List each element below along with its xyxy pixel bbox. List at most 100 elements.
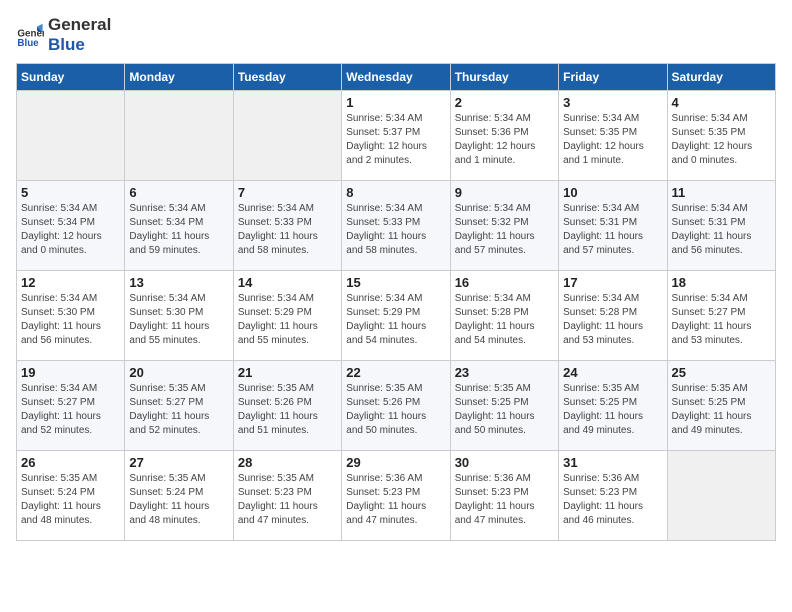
day-number: 17 bbox=[563, 275, 662, 290]
logo-blue-text: Blue bbox=[48, 35, 85, 54]
day-number: 4 bbox=[672, 95, 771, 110]
day-number: 12 bbox=[21, 275, 120, 290]
calendar-cell: 15 Sunrise: 5:34 AM Sunset: 5:29 PM Dayli… bbox=[342, 270, 450, 360]
calendar-cell: 8Sunrise: 5:34 AM Sunset: 5:33 PM Daylig… bbox=[342, 180, 450, 270]
calendar-cell bbox=[17, 90, 125, 180]
calendar-cell: 11Sunrise: 5:34 AM Sunset: 5:31 PM Dayli… bbox=[667, 180, 775, 270]
day-info: Sunrise: 5:34 AM Sunset: 5:27 PM Dayligh… bbox=[672, 292, 771, 348]
day-info: Sunrise: 5:34 AM Sunset: 5:35 PM Dayligh… bbox=[672, 112, 771, 168]
day-info: Sunrise: 5:34 AM Sunset: 5:37 PM Dayligh… bbox=[346, 112, 445, 168]
day-number: 18 bbox=[672, 275, 771, 290]
col-thursday: Thursday bbox=[450, 63, 558, 90]
day-info: Sunrise: 5:35 AM Sunset: 5:26 PM Dayligh… bbox=[238, 382, 337, 438]
day-number: 31 bbox=[563, 455, 662, 470]
day-number: 21 bbox=[238, 365, 337, 380]
calendar-cell bbox=[667, 450, 775, 540]
calendar-cell: 5Sunrise: 5:34 AM Sunset: 5:34 PM Daylig… bbox=[17, 180, 125, 270]
day-info: Sunrise: 5:35 AM Sunset: 5:26 PM Dayligh… bbox=[346, 382, 445, 438]
day-info: Sunrise: 5:34 AM Sunset: 5:30 PM Dayligh… bbox=[129, 292, 228, 348]
day-info: Sunrise: 5:36 AM Sunset: 5:23 PM Dayligh… bbox=[346, 472, 445, 528]
calendar-cell: 4 Sunrise: 5:34 AM Sunset: 5:35 PM Daylig… bbox=[667, 90, 775, 180]
day-info: Sunrise: 5:36 AM Sunset: 5:23 PM Dayligh… bbox=[563, 472, 662, 528]
calendar-cell: 23Sunrise: 5:35 AM Sunset: 5:25 PM Dayli… bbox=[450, 360, 558, 450]
calendar-week-row: 19 Sunrise: 5:34 AM Sunset: 5:27 PM Dayli… bbox=[17, 360, 776, 450]
day-info: Sunrise: 5:35 AM Sunset: 5:25 PM Dayligh… bbox=[455, 382, 554, 438]
day-number: 8 bbox=[346, 185, 445, 200]
day-number: 29 bbox=[346, 455, 445, 470]
day-number: 11 bbox=[672, 185, 771, 200]
day-number: 27 bbox=[129, 455, 228, 470]
calendar-cell: 25 Sunrise: 5:35 AM Sunset: 5:25 PM Dayli… bbox=[667, 360, 775, 450]
day-info: Sunrise: 5:35 AM Sunset: 5:23 PM Dayligh… bbox=[238, 472, 337, 528]
calendar-cell: 24 Sunrise: 5:35 AM Sunset: 5:25 PM Dayli… bbox=[559, 360, 667, 450]
day-info: Sunrise: 5:34 AM Sunset: 5:27 PM Dayligh… bbox=[21, 382, 120, 438]
day-info: Sunrise: 5:35 AM Sunset: 5:27 PM Dayligh… bbox=[129, 382, 228, 438]
day-info: Sunrise: 5:36 AM Sunset: 5:23 PM Dayligh… bbox=[455, 472, 554, 528]
col-sunday: Sunday bbox=[17, 63, 125, 90]
day-number: 24 bbox=[563, 365, 662, 380]
header-row: Sunday Monday Tuesday Wednesday Thursday… bbox=[17, 63, 776, 90]
day-info: Sunrise: 5:34 AM Sunset: 5:29 PM Dayligh… bbox=[346, 292, 445, 348]
day-number: 16 bbox=[455, 275, 554, 290]
day-info: Sunrise: 5:35 AM Sunset: 5:25 PM Dayligh… bbox=[672, 382, 771, 438]
day-info: Sunrise: 5:35 AM Sunset: 5:24 PM Dayligh… bbox=[129, 472, 228, 528]
day-info: Sunrise: 5:34 AM Sunset: 5:32 PM Dayligh… bbox=[455, 202, 554, 258]
col-friday: Friday bbox=[559, 63, 667, 90]
header: General Blue General Blue bbox=[16, 16, 776, 55]
day-info: Sunrise: 5:34 AM Sunset: 5:31 PM Dayligh… bbox=[563, 202, 662, 258]
day-number: 22 bbox=[346, 365, 445, 380]
calendar-cell: 3 Sunrise: 5:34 AM Sunset: 5:35 PM Daylig… bbox=[559, 90, 667, 180]
calendar-cell bbox=[125, 90, 233, 180]
calendar-cell: 31 Sunrise: 5:36 AM Sunset: 5:23 PM Dayli… bbox=[559, 450, 667, 540]
svg-text:Blue: Blue bbox=[17, 39, 39, 50]
day-number: 2 bbox=[455, 95, 554, 110]
calendar-cell: 30 Sunrise: 5:36 AM Sunset: 5:23 PM Dayli… bbox=[450, 450, 558, 540]
day-info: Sunrise: 5:34 AM Sunset: 5:35 PM Dayligh… bbox=[563, 112, 662, 168]
calendar-cell: 22 Sunrise: 5:35 AM Sunset: 5:26 PM Dayli… bbox=[342, 360, 450, 450]
day-info: Sunrise: 5:35 AM Sunset: 5:25 PM Dayligh… bbox=[563, 382, 662, 438]
calendar-cell: 20 Sunrise: 5:35 AM Sunset: 5:27 PM Dayli… bbox=[125, 360, 233, 450]
day-number: 30 bbox=[455, 455, 554, 470]
calendar-cell: 21 Sunrise: 5:35 AM Sunset: 5:26 PM Dayli… bbox=[233, 360, 341, 450]
day-number: 15 bbox=[346, 275, 445, 290]
day-info: Sunrise: 5:34 AM Sunset: 5:29 PM Dayligh… bbox=[238, 292, 337, 348]
calendar-cell: 27 Sunrise: 5:35 AM Sunset: 5:24 PM Dayli… bbox=[125, 450, 233, 540]
logo-general-text: General bbox=[48, 15, 111, 34]
day-info: Sunrise: 5:34 AM Sunset: 5:36 PM Dayligh… bbox=[455, 112, 554, 168]
calendar-cell: 12 Sunrise: 5:34 AM Sunset: 5:30 PM Dayli… bbox=[17, 270, 125, 360]
day-info: Sunrise: 5:34 AM Sunset: 5:34 PM Dayligh… bbox=[129, 202, 228, 258]
day-number: 19 bbox=[21, 365, 120, 380]
day-number: 25 bbox=[672, 365, 771, 380]
calendar-week-row: 5Sunrise: 5:34 AM Sunset: 5:34 PM Daylig… bbox=[17, 180, 776, 270]
day-number: 14 bbox=[238, 275, 337, 290]
calendar-cell: 9Sunrise: 5:34 AM Sunset: 5:32 PM Daylig… bbox=[450, 180, 558, 270]
day-number: 20 bbox=[129, 365, 228, 380]
calendar-cell: 10 Sunrise: 5:34 AM Sunset: 5:31 PM Dayli… bbox=[559, 180, 667, 270]
day-number: 10 bbox=[563, 185, 662, 200]
calendar-cell: 16 Sunrise: 5:34 AM Sunset: 5:28 PM Dayli… bbox=[450, 270, 558, 360]
col-tuesday: Tuesday bbox=[233, 63, 341, 90]
logo-icon: General Blue bbox=[16, 21, 44, 49]
day-info: Sunrise: 5:34 AM Sunset: 5:30 PM Dayligh… bbox=[21, 292, 120, 348]
calendar-cell: 13 Sunrise: 5:34 AM Sunset: 5:30 PM Dayli… bbox=[125, 270, 233, 360]
calendar-cell: 26 Sunrise: 5:35 AM Sunset: 5:24 PM Dayli… bbox=[17, 450, 125, 540]
day-number: 13 bbox=[129, 275, 228, 290]
day-info: Sunrise: 5:34 AM Sunset: 5:28 PM Dayligh… bbox=[455, 292, 554, 348]
day-number: 3 bbox=[563, 95, 662, 110]
day-number: 26 bbox=[21, 455, 120, 470]
calendar-cell: 28 Sunrise: 5:35 AM Sunset: 5:23 PM Dayli… bbox=[233, 450, 341, 540]
calendar-week-row: 12 Sunrise: 5:34 AM Sunset: 5:30 PM Dayli… bbox=[17, 270, 776, 360]
calendar-cell: 6Sunrise: 5:34 AM Sunset: 5:34 PM Daylig… bbox=[125, 180, 233, 270]
calendar-cell bbox=[233, 90, 341, 180]
calendar-cell: 14 Sunrise: 5:34 AM Sunset: 5:29 PM Dayli… bbox=[233, 270, 341, 360]
calendar-cell: 18 Sunrise: 5:34 AM Sunset: 5:27 PM Dayli… bbox=[667, 270, 775, 360]
calendar-cell: 17Sunrise: 5:34 AM Sunset: 5:28 PM Dayli… bbox=[559, 270, 667, 360]
day-number: 28 bbox=[238, 455, 337, 470]
col-saturday: Saturday bbox=[667, 63, 775, 90]
calendar-cell: 29 Sunrise: 5:36 AM Sunset: 5:23 PM Dayli… bbox=[342, 450, 450, 540]
col-monday: Monday bbox=[125, 63, 233, 90]
day-info: Sunrise: 5:35 AM Sunset: 5:24 PM Dayligh… bbox=[21, 472, 120, 528]
calendar-week-row: 26 Sunrise: 5:35 AM Sunset: 5:24 PM Dayli… bbox=[17, 450, 776, 540]
day-number: 7 bbox=[238, 185, 337, 200]
col-wednesday: Wednesday bbox=[342, 63, 450, 90]
